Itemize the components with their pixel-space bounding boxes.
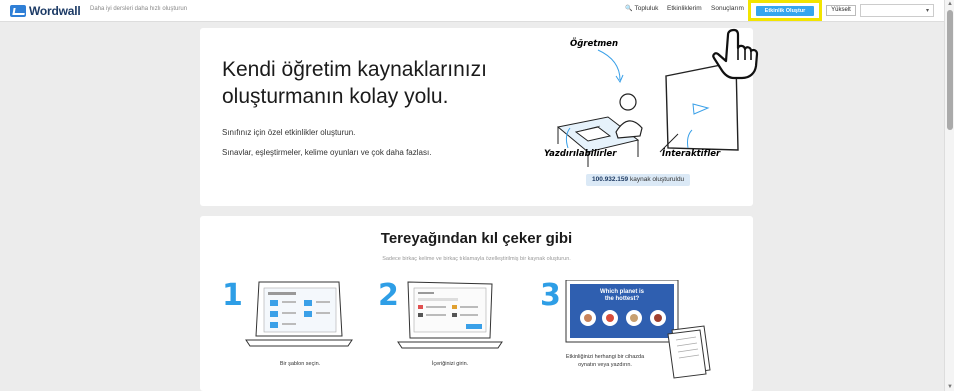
nav-my-activities-label: Etkinliklerim — [667, 5, 702, 12]
vertical-scrollbar[interactable]: ▲ ▼ — [944, 0, 954, 391]
scroll-down-arrow-icon[interactable]: ▼ — [947, 384, 953, 390]
counter-value: 100.932.159 — [592, 176, 629, 183]
hero-subtitle-1: Sınıfınız için özel etkinlikler oluşturu… — [222, 128, 356, 137]
hero-title: Kendi öğretim kaynaklarınızı oluşturmanı… — [222, 58, 487, 108]
section-title: Tereyağından kıl çeker gibi — [380, 230, 573, 247]
resource-counter: 100.932.159 kaynak oluşturuldu — [586, 174, 691, 186]
hero-subtitle-2: Sınavlar, eşleştirmeler, kelime oyunları… — [222, 148, 432, 157]
tagline: Daha iyi dersleri daha hızlı oluşturun — [90, 6, 188, 12]
top-navigation-bar: Wordwall Daha iyi dersleri daha hızlı ol… — [0, 0, 944, 22]
step-1-laptop-illustration — [245, 281, 353, 347]
cta-highlight-box: Etkinlik Oluştur — [748, 0, 822, 21]
step-1-number: 1 — [222, 278, 243, 313]
pointing-hand-cursor-icon — [712, 28, 759, 80]
label-printables: Yazdırılabilirler — [544, 149, 617, 159]
step-3-number: 3 — [540, 278, 561, 313]
step-3-caption: Etkinliğinizi herhangi bir cihazda oynat… — [565, 354, 645, 368]
step-1-caption: Bir şablon seçin. — [279, 361, 321, 367]
nav-community[interactable]: 🔍 Topluluk — [625, 5, 658, 12]
hero-card: Kendi öğretim kaynaklarınızı oluşturmanı… — [200, 28, 753, 206]
chevron-down-icon: ▾ — [925, 8, 929, 14]
section-subtitle: Sadece birkaç kelime ve birkaç tıklamayl… — [382, 256, 571, 262]
nav-community-label: Topluluk — [634, 5, 659, 12]
scroll-thumb[interactable] — [947, 10, 953, 130]
step-2-laptop-illustration — [397, 281, 503, 349]
wordwall-logo-icon — [10, 5, 26, 17]
nav-my-results[interactable]: Sonuçlarım — [711, 5, 744, 12]
search-icon: 🔍 — [625, 6, 633, 12]
wordwall-logo[interactable]: Wordwall — [10, 4, 81, 18]
label-teacher: Öğretmen — [570, 38, 618, 49]
upgrade-button[interactable]: Yükselt — [826, 5, 856, 16]
step-2-caption: İçeriğinizi girin. — [431, 361, 469, 367]
step-3-screen-question: Which planet is — [600, 289, 645, 295]
nav-my-results-label: Sonuçlarım — [711, 5, 744, 12]
svg-text:the hottest?: the hottest? — [605, 296, 640, 302]
create-activity-button[interactable]: Etkinlik Oluştur — [756, 6, 814, 16]
label-interactives: İnteraktifler — [662, 148, 721, 159]
scroll-up-arrow-icon[interactable]: ▲ — [947, 1, 953, 7]
logo-text: Wordwall — [29, 4, 81, 18]
nav-my-activities[interactable]: Etkinliklerim — [667, 5, 702, 12]
counter-text: kaynak oluşturuldu — [629, 176, 685, 183]
account-dropdown[interactable]: ▾ — [860, 4, 934, 17]
steps-card: Tereyağından kıl çeker gibi Sadece birka… — [200, 216, 753, 391]
